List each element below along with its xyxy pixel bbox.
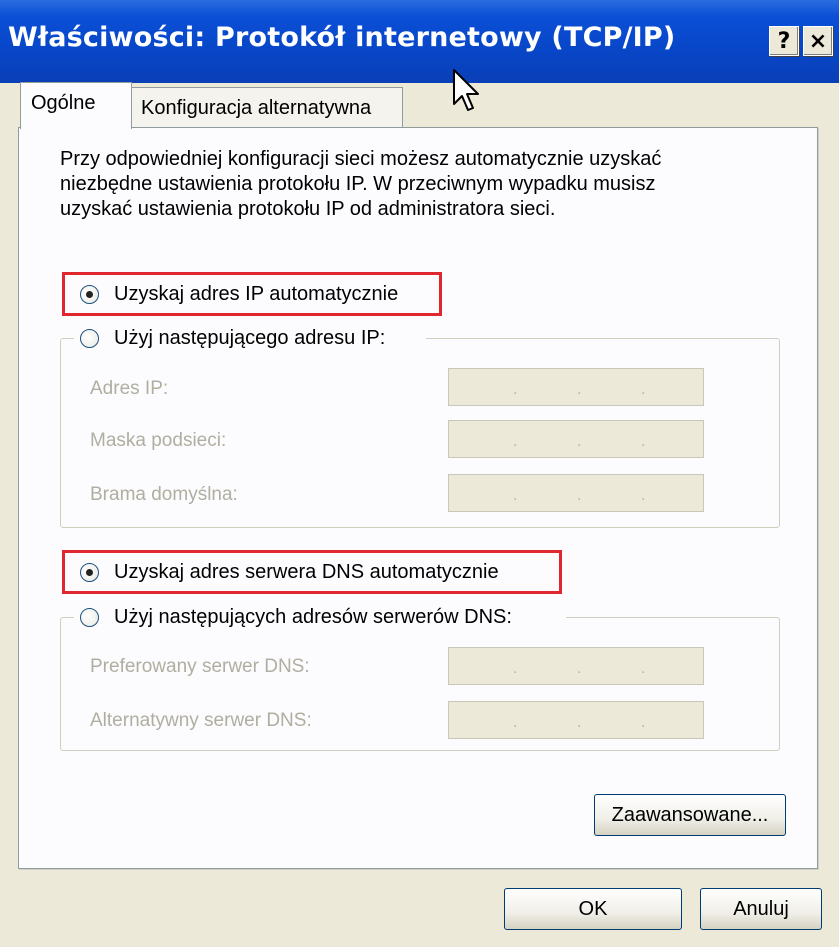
radio-ip-manual-label[interactable]: Użyj następującego adresu IP: (114, 327, 385, 350)
description-text: Przy odpowiedniej konfiguracji sieci moż… (60, 147, 780, 222)
ip-dot: . (513, 714, 518, 731)
ip-dot: . (577, 660, 582, 677)
radio-dns-auto[interactable] (80, 563, 99, 582)
ip-dot: . (577, 714, 582, 731)
description-line: uzyskać ustawienia protokołu IP od admin… (60, 198, 556, 220)
description-line: niezbędne ustawienia protokołu IP. W prz… (60, 173, 656, 195)
ip-dot: . (641, 660, 646, 677)
help-button[interactable]: ? (769, 26, 799, 56)
subnet-mask-label: Maska podsieci: (90, 430, 227, 451)
title-bar[interactable]: Właściwości: Protokół internetowy (TCP/I… (0, 0, 839, 83)
preferred-dns-field[interactable]: . . . (448, 647, 704, 685)
radio-dns-manual[interactable] (80, 608, 99, 627)
ip-dot: . (513, 433, 518, 450)
cancel-button[interactable]: Anuluj (700, 888, 822, 930)
radio-dns-manual-label[interactable]: Użyj następujących adresów serwerów DNS: (114, 606, 512, 629)
radio-dns-auto-label[interactable]: Uzyskaj adres serwera DNS automatycznie (114, 561, 499, 584)
default-gateway-field[interactable]: . . . (448, 474, 704, 512)
alternate-dns-label: Alternatywny serwer DNS: (90, 710, 312, 731)
ip-dot: . (641, 381, 646, 398)
ip-dot: . (577, 433, 582, 450)
alternate-dns-field[interactable]: . . . (448, 701, 704, 739)
ip-dot: . (641, 433, 646, 450)
window-title: Właściwości: Protokół internetowy (TCP/I… (8, 22, 676, 53)
mouse-cursor-icon (453, 69, 479, 111)
ip-dot: . (513, 381, 518, 398)
radio-ip-auto-label[interactable]: Uzyskaj adres IP automatycznie (114, 283, 398, 306)
ip-dot: . (641, 487, 646, 504)
description-line: Przy odpowiedniej konfiguracji sieci moż… (60, 148, 662, 170)
ip-dot: . (513, 660, 518, 677)
tab-alternate-config[interactable]: Konfiguracja alternatywna (130, 87, 403, 129)
radio-ip-manual[interactable] (80, 329, 99, 348)
ip-address-label: Adres IP: (90, 378, 169, 399)
close-button[interactable]: × (803, 26, 833, 56)
advanced-button[interactable]: Zaawansowane... (594, 794, 786, 836)
tab-label: Ogólne (31, 92, 96, 114)
ip-dot: . (577, 487, 582, 504)
tab-label: Konfiguracja alternatywna (141, 97, 372, 119)
tab-general[interactable]: Ogólne (20, 82, 132, 129)
ip-dot: . (577, 381, 582, 398)
subnet-mask-field[interactable]: . . . (448, 420, 704, 458)
radio-ip-auto[interactable] (80, 285, 99, 304)
preferred-dns-label: Preferowany serwer DNS: (90, 656, 310, 677)
ok-button[interactable]: OK (504, 888, 682, 930)
default-gateway-label: Brama domyślna: (90, 484, 238, 505)
ip-dot: . (513, 487, 518, 504)
ip-address-field[interactable]: . . . (448, 368, 704, 406)
ip-dot: . (641, 714, 646, 731)
